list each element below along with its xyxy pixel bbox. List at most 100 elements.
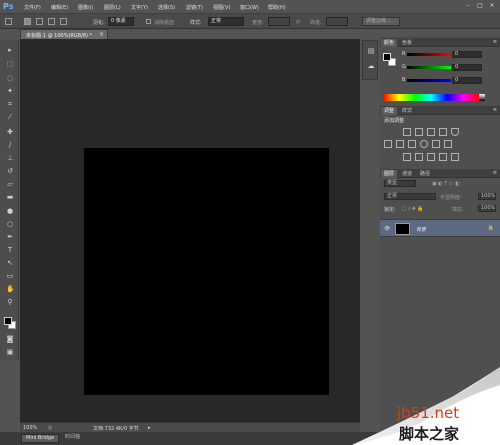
crop-tool-icon[interactable]: ⌗ — [6, 100, 14, 108]
gradient-tool-icon[interactable]: ▬ — [6, 193, 14, 201]
color-lookup-icon[interactable] — [444, 140, 452, 148]
black-white-icon[interactable] — [408, 140, 416, 148]
menu-select[interactable]: 选择(S) — [158, 4, 175, 11]
menu-edit[interactable]: 编辑(E) — [51, 4, 68, 11]
levels-adjust-icon[interactable] — [415, 128, 423, 136]
exposure-adjust-icon[interactable] — [439, 128, 447, 136]
dodge-tool-icon[interactable]: ○ — [6, 220, 14, 228]
layer-row-background[interactable]: 👁 背景 🔒 — [380, 219, 500, 237]
hand-tool-icon[interactable]: ✋ — [6, 285, 15, 293]
refine-edge-button[interactable]: 调整边缘... — [362, 17, 400, 26]
tab-styles[interactable]: 样式 — [399, 107, 415, 115]
grayscale-ramp[interactable] — [479, 94, 485, 101]
healing-brush-tool-icon[interactable]: ✚ — [6, 128, 14, 136]
invert-icon[interactable] — [403, 153, 411, 161]
shape-tool-icon[interactable]: ▭ — [6, 272, 14, 280]
add-selection-icon[interactable] — [36, 18, 43, 25]
channel-mixer-icon[interactable] — [432, 140, 440, 148]
quick-mask-icon[interactable]: ◙ — [6, 335, 14, 343]
canvas-workspace[interactable] — [20, 39, 360, 422]
path-select-tool-icon[interactable]: ↖ — [6, 259, 14, 267]
opacity-input[interactable]: 100% — [478, 193, 496, 200]
zoom-tool-icon[interactable]: ⚲ — [6, 298, 14, 306]
lasso-tool-icon[interactable]: ◌ — [6, 74, 14, 82]
red-channel-slider[interactable] — [407, 53, 451, 56]
quick-select-tool-icon[interactable]: ✦ — [6, 87, 14, 95]
tab-swatches[interactable]: 色板 — [399, 39, 415, 47]
menu-filter[interactable]: 滤镜(T) — [186, 4, 203, 11]
lock-icons[interactable]: ▢ ∕ ✥ 🔒 — [402, 206, 424, 212]
minimize-button[interactable]: – — [465, 3, 471, 9]
panel-menu-icon[interactable]: ≡ — [493, 170, 497, 176]
new-selection-icon[interactable] — [24, 18, 31, 25]
timeline-tab[interactable]: 时间轴 — [62, 434, 83, 443]
height-input[interactable] — [326, 17, 348, 26]
feather-input[interactable]: 0 像素 — [108, 17, 134, 26]
threshold-icon[interactable] — [427, 153, 435, 161]
fill-input[interactable]: 100% — [478, 205, 496, 212]
brightness-adjust-icon[interactable] — [403, 128, 411, 136]
pen-tool-icon[interactable]: ✒ — [6, 233, 14, 241]
blue-channel-slider[interactable] — [407, 79, 451, 82]
tab-channels[interactable]: 通道 — [399, 170, 415, 178]
close-icon[interactable]: × — [99, 31, 104, 38]
foreground-color-swatch[interactable] — [4, 317, 12, 325]
zoom-level[interactable]: 100% — [23, 425, 37, 431]
posterize-icon[interactable] — [415, 153, 423, 161]
tool-preset-icon[interactable] — [5, 18, 12, 25]
photo-filter-icon[interactable] — [420, 140, 428, 148]
green-channel-slider[interactable] — [407, 66, 451, 69]
panel-menu-icon[interactable]: ≡ — [493, 107, 497, 113]
width-input[interactable] — [268, 17, 290, 26]
blur-tool-icon[interactable]: ● — [6, 207, 14, 215]
selective-color-icon[interactable] — [451, 153, 459, 161]
document-canvas[interactable] — [84, 148, 329, 395]
blue-channel-input[interactable]: 0 — [452, 77, 482, 84]
actions-panel-icon[interactable]: ☁ — [367, 62, 375, 70]
blend-mode-select[interactable]: 正常 — [384, 193, 436, 200]
menu-file[interactable]: 文件(F) — [24, 4, 41, 11]
menu-layer[interactable]: 图层(L) — [104, 4, 121, 11]
marquee-tool-icon[interactable]: ⬚ — [6, 60, 14, 68]
color-foreground-swatch[interactable] — [383, 53, 391, 61]
tab-layers[interactable]: 图层 — [381, 170, 398, 178]
layer-filter-select[interactable]: 类型 — [384, 180, 416, 187]
filter-icons[interactable]: ▣ ◐ T ▭ ◧ — [432, 181, 460, 187]
move-tool-icon[interactable]: ▸ — [6, 46, 14, 54]
status-menu-icon[interactable]: ▸ — [148, 425, 151, 431]
brush-tool-icon[interactable]: ∕ — [6, 141, 14, 149]
swap-icon[interactable]: ⇄ — [296, 19, 300, 25]
history-panel-icon[interactable]: ▤ — [367, 47, 375, 55]
menu-image[interactable]: 图像(I) — [78, 4, 93, 11]
hue-saturation-icon[interactable] — [384, 140, 392, 148]
tab-color[interactable]: 颜色 — [381, 39, 398, 47]
menu-view[interactable]: 视图(V) — [213, 4, 230, 11]
clone-stamp-tool-icon[interactable]: ⊥ — [6, 154, 14, 162]
menu-help[interactable]: 帮助(H) — [268, 4, 286, 11]
eraser-tool-icon[interactable]: ▱ — [6, 180, 14, 188]
style-select[interactable]: 正常 — [208, 17, 244, 26]
screen-mode-icon[interactable]: ▣ — [6, 348, 14, 356]
menu-window[interactable]: 窗口(W) — [240, 4, 259, 11]
color-balance-icon[interactable] — [396, 140, 404, 148]
type-tool-icon[interactable]: T — [6, 246, 14, 254]
eyedropper-tool-icon[interactable]: ⁄ — [6, 113, 14, 121]
panel-menu-icon[interactable]: ≡ — [493, 39, 497, 45]
history-brush-tool-icon[interactable]: ↺ — [6, 167, 14, 175]
maximize-button[interactable]: □ — [477, 3, 483, 9]
visibility-eye-icon[interactable]: 👁 — [384, 226, 390, 232]
color-spectrum-bar[interactable] — [383, 94, 479, 101]
document-tab[interactable]: 未标题-1 @ 100%(RGB/8) * × — [20, 29, 108, 39]
tab-paths[interactable]: 路径 — [417, 170, 433, 178]
antialias-checkbox[interactable] — [146, 19, 151, 24]
menu-type[interactable]: 文字(Y) — [131, 4, 148, 11]
mini-bridge-tab[interactable]: Mini Bridge — [21, 434, 60, 443]
subtract-selection-icon[interactable] — [48, 18, 55, 25]
curves-adjust-icon[interactable] — [427, 128, 435, 136]
vibrance-adjust-icon[interactable] — [451, 128, 459, 136]
tab-adjustments[interactable]: 调整 — [381, 107, 398, 115]
red-channel-input[interactable]: 0 — [452, 51, 482, 58]
intersect-selection-icon[interactable] — [60, 18, 67, 25]
close-window-button[interactable]: × — [489, 3, 495, 9]
green-channel-input[interactable]: 0 — [452, 64, 482, 71]
